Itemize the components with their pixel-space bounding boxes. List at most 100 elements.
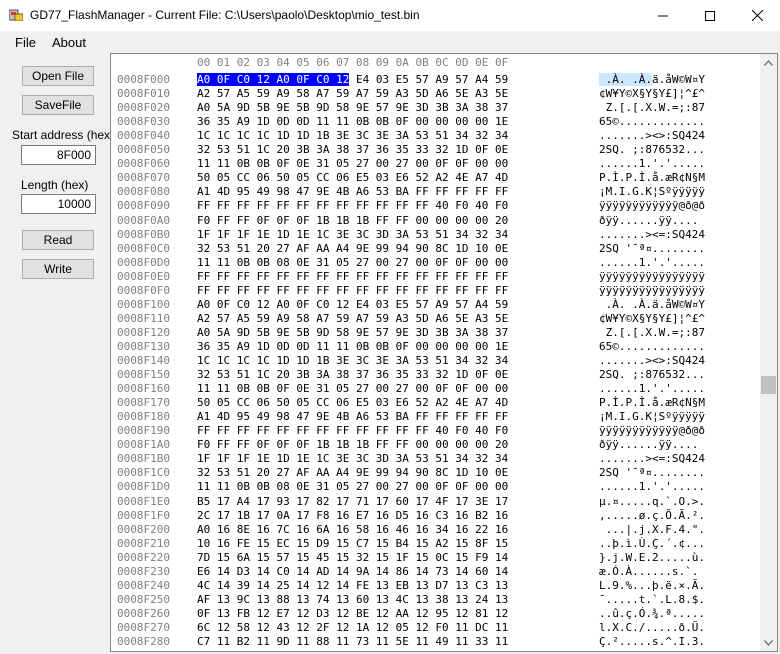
row-ascii[interactable]: }.j.W.E.2.....ù.	[599, 551, 705, 564]
row-hex-bytes[interactable]: FF FF FF FF FF FF FF FF FF FF FF FF 40 F…	[197, 199, 508, 212]
row-ascii[interactable]: ..þ.ì.Ù.Ç.´.¢...	[599, 537, 705, 550]
hex-row[interactable]: 0008F100 A0 0F C0 12 A0 0F C0 12 E4 03 E5…	[117, 298, 705, 312]
row-ascii[interactable]: .À. .À.ä.åW©W¤Y	[599, 298, 705, 311]
row-hex-bytes[interactable]: A0 5A 9D 5B 9E 5B 9D 58 9E 57 9E 3D 3B 3…	[197, 326, 508, 339]
row-hex-bytes[interactable]: 50 05 CC 06 50 05 CC 06 E5 03 E6 52 A2 4…	[197, 396, 508, 409]
hex-row[interactable]: 0008F0B0 1F 1F 1F 1E 1D 1E 1C 3E 3C 3D 3A…	[117, 228, 705, 242]
hex-row[interactable]: 0008F190 FF FF FF FF FF FF FF FF FF FF FF…	[117, 424, 705, 438]
row-hex-bytes[interactable]: 10 16 FE 15 EC 15 D9 15 C7 15 B4 15 A2 1…	[197, 537, 508, 550]
hex-row[interactable]: 0008F170 50 05 CC 06 50 05 CC 06 E5 03 E6…	[117, 396, 705, 410]
row-hex-bytes[interactable]: A0 0F C0 12 A0 0F C0 12 E4 03 E5 57 A9 5…	[197, 73, 508, 86]
row-ascii[interactable]: æ.Ó.À.­.....s.`.	[599, 565, 698, 578]
hex-row[interactable]: 0008F0F0 FF FF FF FF FF FF FF FF FF FF FF…	[117, 284, 705, 298]
row-hex-bytes[interactable]: 1C 1C 1C 1C 1D 1D 1B 3E 3C 3E 3A 53 51 3…	[197, 354, 508, 367]
row-hex-bytes[interactable]: FF FF FF FF FF FF FF FF FF FF FF FF FF F…	[197, 284, 508, 297]
save-file-button[interactable]: SaveFile	[22, 95, 94, 115]
row-ascii[interactable]: ......1.'.'.....	[599, 157, 705, 170]
row-ascii[interactable]: .À. .À.ä.åW©W¤Y	[599, 73, 705, 86]
hex-row[interactable]: 0008F1E0 B5 17 A4 17 93 17 82 17 71 17 60…	[117, 495, 705, 509]
row-ascii[interactable]: ¯.....t.`.L.8.$.	[599, 593, 705, 606]
row-ascii[interactable]: Ç.².....s.^.I.3.	[599, 635, 705, 648]
row-ascii[interactable]: ÿÿÿÿÿÿÿÿÿÿÿÿ@ð@ð	[599, 199, 705, 212]
hex-row[interactable]: 0008F070 50 05 CC 06 50 05 CC 06 E5 03 E6…	[117, 171, 705, 185]
close-button[interactable]	[734, 0, 780, 31]
hex-row[interactable]: 0008F0A0 F0 FF FF 0F 0F 0F 1B 1B 1B FF FF…	[117, 214, 698, 228]
row-hex-bytes[interactable]: 7D 15 6A 15 57 15 45 15 32 15 1F 15 0C 1…	[197, 551, 508, 564]
hex-row[interactable]: 0008F1A0 F0 FF FF 0F 0F 0F 1B 1B 1B FF FF…	[117, 438, 698, 452]
row-ascii[interactable]: ¢W¥Y©X§Y§Y£]¦^£^	[599, 312, 705, 325]
row-hex-bytes[interactable]: 32 53 51 20 27 AF AA A4 9E 99 94 90 8C 1…	[197, 466, 508, 479]
menu-file[interactable]: File	[15, 35, 36, 50]
hex-row[interactable]: 0008F130 36 35 A9 1D 0D 0D 11 11 0B 0B 0F…	[117, 340, 705, 354]
row-hex-bytes[interactable]: A0 0F C0 12 A0 0F C0 12 E4 03 E5 57 A9 5…	[197, 298, 508, 311]
hex-row[interactable]: 0008F210 10 16 FE 15 EC 15 D9 15 C7 15 B4…	[117, 537, 705, 551]
row-hex-bytes[interactable]: 32 53 51 20 27 AF AA A4 9E 99 94 90 8C 1…	[197, 242, 508, 255]
scroll-thumb[interactable]	[761, 376, 776, 394]
hex-viewer[interactable]: 00 01 02 03 04 05 06 07 08 09 0A 0B 0C 0…	[110, 53, 778, 652]
hex-row[interactable]: 0008F0D0 11 11 0B 0B 08 0E 31 05 27 00 27…	[117, 256, 705, 270]
row-ascii[interactable]: L.9.%...þ.ë.×.Ã.	[599, 579, 705, 592]
minimize-button[interactable]	[640, 0, 686, 31]
vertical-scrollbar[interactable]	[760, 54, 777, 651]
row-hex-bytes[interactable]: 32 53 51 1C 20 3B 3A 38 37 36 35 33 32 1…	[197, 143, 508, 156]
row-hex-bytes[interactable]: A2 57 A5 59 A9 58 A7 59 A7 59 A3 5D A6 5…	[197, 312, 508, 325]
row-ascii[interactable]: µ.¤.....q.`.O.>.	[599, 495, 705, 508]
hex-row[interactable]: 0008F250 AF 13 9C 13 88 13 74 13 60 13 4C…	[117, 593, 705, 607]
row-ascii[interactable]: Z.[.[.X.W.=;:87	[599, 101, 705, 114]
hex-row[interactable]: 0008F140 1C 1C 1C 1C 1D 1D 1B 3E 3C 3E 3A…	[117, 354, 705, 368]
selected-ascii[interactable]: .À. .À.	[599, 73, 652, 86]
hex-row[interactable]: 0008F280 C7 11 B2 11 9D 11 88 11 73 11 5E…	[117, 635, 705, 649]
row-ascii[interactable]: Z.[.[.X.W.=;:87	[599, 326, 705, 339]
scroll-up-arrow[interactable]	[760, 54, 777, 71]
menu-about[interactable]: About	[52, 35, 86, 50]
row-hex-bytes[interactable]: 1F 1F 1F 1E 1D 1E 1C 3E 3C 3D 3A 53 51 3…	[197, 452, 508, 465]
hex-row[interactable]: 0008F150 32 53 51 1C 20 3B 3A 38 37 36 35…	[117, 368, 705, 382]
write-button[interactable]: Write	[22, 259, 94, 279]
row-ascii[interactable]: ......1.'.'.....	[599, 382, 705, 395]
row-ascii[interactable]: ,.....ø.ç.Õ.Ã.².	[599, 509, 705, 522]
row-ascii[interactable]: .......><>:SQ424	[599, 354, 705, 367]
hex-row[interactable]: 0008F270 6C 12 58 12 43 12 2F 12 1A 12 05…	[117, 621, 705, 635]
row-hex-bytes[interactable]: C7 11 B2 11 9D 11 88 11 73 11 5E 11 49 1…	[197, 635, 508, 648]
hex-row[interactable]: 0008F1D0 11 11 0B 0B 08 0E 31 05 27 00 27…	[117, 480, 705, 494]
hex-row[interactable]: 0008F1C0 32 53 51 20 27 AF AA A4 9E 99 94…	[117, 466, 705, 480]
hex-row[interactable]: 0008F050 32 53 51 1C 20 3B 3A 38 37 36 35…	[117, 143, 705, 157]
row-ascii[interactable]: 2SQ. ;:876532...	[599, 143, 705, 156]
row-hex-bytes[interactable]: 1C 1C 1C 1C 1D 1D 1B 3E 3C 3E 3A 53 51 3…	[197, 129, 508, 142]
hex-row[interactable]: 0008F090 FF FF FF FF FF FF FF FF FF FF FF…	[117, 199, 705, 213]
maximize-button[interactable]	[687, 0, 733, 31]
length-field[interactable]: 10000	[21, 194, 96, 214]
row-hex-bytes[interactable]: 36 35 A9 1D 0D 0D 11 11 0B 0B 0F 00 00 0…	[197, 115, 508, 128]
row-hex-bytes[interactable]: 2C 17 1B 17 0A 17 F8 16 E7 16 D5 16 C3 1…	[197, 509, 508, 522]
row-hex-bytes[interactable]: 32 53 51 1C 20 3B 3A 38 37 36 35 33 32 1…	[197, 368, 508, 381]
row-hex-bytes[interactable]: AF 13 9C 13 88 13 74 13 60 13 4C 13 38 1…	[197, 593, 508, 606]
row-hex-bytes[interactable]: 36 35 A9 1D 0D 0D 11 11 0B 0B 0F 00 00 0…	[197, 340, 508, 353]
selected-bytes[interactable]: A0 0F C0 12 A0 0F C0 12	[197, 73, 350, 86]
hex-row[interactable]: 0008F1F0 2C 17 1B 17 0A 17 F8 16 E7 16 D5…	[117, 509, 705, 523]
hex-row[interactable]: 0008F260 0F 13 FB 12 E7 12 D3 12 BE 12 AA…	[117, 607, 705, 621]
row-hex-bytes[interactable]: F0 FF FF 0F 0F 0F 1B 1B 1B FF FF 00 00 0…	[197, 214, 508, 227]
row-hex-bytes[interactable]: A0 16 8E 16 7C 16 6A 16 58 16 46 16 34 1…	[197, 523, 508, 536]
hex-row[interactable]: 0008F020 A0 5A 9D 5B 9E 5B 9D 58 9E 57 9E…	[117, 101, 705, 115]
row-hex-bytes[interactable]: A1 4D 95 49 98 47 9E 4B A6 53 BA FF FF F…	[197, 410, 508, 423]
row-hex-bytes[interactable]: 11 11 0B 0B 0F 0E 31 05 27 00 27 00 0F 0…	[197, 382, 508, 395]
row-ascii[interactable]: ..û.ç.Ó.¾.ª.....	[599, 607, 705, 620]
row-ascii[interactable]: ¡M.I.G.K¦Sºÿÿÿÿÿ	[599, 410, 705, 423]
hex-row[interactable]: 0008F220 7D 15 6A 15 57 15 45 15 32 15 1F…	[117, 551, 705, 565]
hex-row[interactable]: 0008F110 A2 57 A5 59 A9 58 A7 59 A7 59 A3…	[117, 312, 705, 326]
row-hex-bytes[interactable]: A0 5A 9D 5B 9E 5B 9D 58 9E 57 9E 3D 3B 3…	[197, 101, 508, 114]
row-ascii[interactable]: l.X.C./.....ð.Ü.	[599, 621, 705, 634]
row-ascii[interactable]: ¢W¥Y©X§Y§Y£]¦^£^	[599, 87, 705, 100]
hex-row[interactable]: 0008F030 36 35 A9 1D 0D 0D 11 11 0B 0B 0F…	[117, 115, 705, 129]
row-ascii[interactable]: ÿÿÿÿÿÿÿÿÿÿÿÿ@ð@ð	[599, 424, 705, 437]
hex-row[interactable]: 0008F0C0 32 53 51 20 27 AF AA A4 9E 99 94…	[117, 242, 705, 256]
row-ascii[interactable]: ÿÿÿÿÿÿÿÿÿÿÿÿÿÿÿÿ	[599, 284, 705, 297]
row-hex-bytes[interactable]: 4C 14 39 14 25 14 12 14 FE 13 EB 13 D7 1…	[197, 579, 508, 592]
row-ascii[interactable]: .......><=:SQ424	[599, 452, 705, 465]
row-hex-bytes[interactable]: B5 17 A4 17 93 17 82 17 71 17 60 17 4F 1…	[197, 495, 508, 508]
row-ascii[interactable]: 2SQ '¯ª¤........	[599, 242, 705, 255]
hex-row[interactable]: 0008F120 A0 5A 9D 5B 9E 5B 9D 58 9E 57 9E…	[117, 326, 705, 340]
row-ascii[interactable]: 2SQ. ;:876532...	[599, 368, 705, 381]
row-ascii[interactable]: P.Ì.P.Ì.å.æR¢N§M	[599, 171, 705, 184]
row-ascii[interactable]: ......1.'.'.....	[599, 256, 705, 269]
